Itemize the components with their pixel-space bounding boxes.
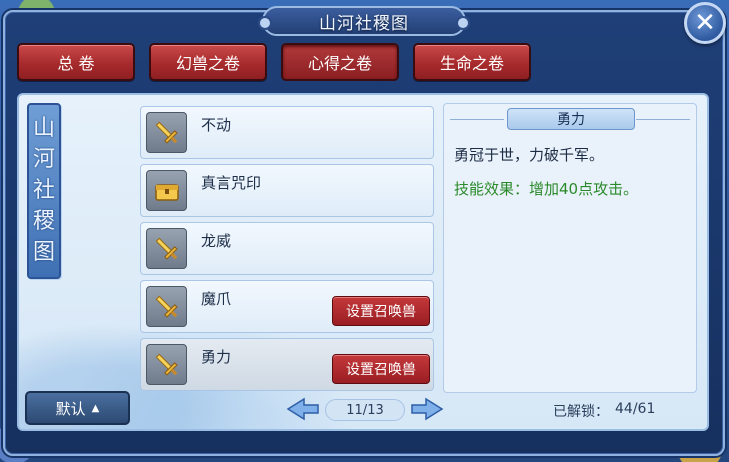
tab-life[interactable]: 生命之卷 bbox=[413, 43, 531, 81]
window-title: 山河社稷图 bbox=[258, 6, 470, 36]
skill-row-mozhao[interactable]: 魔爪 设置召唤兽 bbox=[140, 280, 434, 333]
skill-name: 真言咒印 bbox=[201, 174, 262, 192]
sword-icon bbox=[146, 228, 187, 269]
sword-icon bbox=[146, 344, 187, 385]
skill-row-zhenyanzhouyin[interactable]: 真言咒印 bbox=[140, 164, 434, 217]
sword-icon bbox=[146, 112, 187, 153]
tab-beast[interactable]: 幻兽之卷 bbox=[149, 43, 267, 81]
page-indicator: 11/13 bbox=[325, 399, 405, 421]
unlock-label: 已解锁： bbox=[553, 404, 609, 420]
chest-icon bbox=[146, 170, 187, 211]
set-summon-button[interactable]: 设置召唤兽 bbox=[332, 354, 430, 384]
skill-row-yongli[interactable]: 勇力 设置召唤兽 bbox=[140, 338, 434, 391]
sword-icon bbox=[146, 286, 187, 327]
banner-char: 山 bbox=[32, 115, 55, 141]
next-page-button[interactable] bbox=[409, 396, 445, 422]
tab-general[interactable]: 总 卷 bbox=[17, 43, 135, 81]
tab-label: 心得之卷 bbox=[307, 54, 372, 73]
skill-name: 魔爪 bbox=[201, 290, 232, 308]
unlock-count: 44/61 bbox=[615, 401, 656, 417]
sort-dropdown[interactable]: 默认 ▲ bbox=[25, 391, 130, 425]
banner-char: 社 bbox=[32, 177, 55, 203]
tab-insight[interactable]: 心得之卷 bbox=[281, 43, 399, 81]
close-button[interactable]: ✕ bbox=[684, 2, 726, 44]
banner-char: 河 bbox=[32, 146, 55, 172]
window-title-text: 山河社稷图 bbox=[319, 13, 409, 34]
skill-detail-panel: 勇力 勇冠于世，力破千军。 技能效果：增加40点攻击。 bbox=[443, 103, 697, 393]
banner-char: 图 bbox=[32, 240, 55, 266]
skill-name: 勇力 bbox=[201, 348, 232, 366]
tab-label: 幻兽之卷 bbox=[175, 54, 240, 73]
unlock-status: 已解锁： 44/61 bbox=[553, 401, 655, 421]
content-area: 山 河 社 稷 图 不动 真言咒印 龙威 魔爪 设置召唤兽 勇力 设置召唤兽 勇… bbox=[17, 93, 709, 431]
skill-name: 龙威 bbox=[201, 232, 232, 250]
tab-label: 生命之卷 bbox=[439, 54, 504, 73]
close-icon: ✕ bbox=[694, 8, 716, 38]
detail-title: 勇力 bbox=[507, 108, 635, 130]
sort-label: 默认 bbox=[55, 399, 86, 418]
tab-label: 总 卷 bbox=[57, 54, 95, 73]
divider bbox=[450, 119, 504, 120]
prev-page-button[interactable] bbox=[285, 396, 321, 422]
arrow-left-icon bbox=[286, 397, 319, 421]
skill-description: 勇冠于世，力破千军。 bbox=[454, 146, 605, 164]
vertical-title-banner: 山 河 社 稷 图 bbox=[27, 103, 61, 279]
skill-row-budong[interactable]: 不动 bbox=[140, 106, 434, 159]
banner-char: 稷 bbox=[32, 209, 55, 235]
skill-effect: 技能效果：增加40点攻击。 bbox=[454, 180, 639, 198]
arrow-right-icon bbox=[411, 397, 444, 421]
divider bbox=[636, 119, 690, 120]
skill-row-longwei[interactable]: 龙威 bbox=[140, 222, 434, 275]
set-summon-button[interactable]: 设置召唤兽 bbox=[332, 296, 430, 326]
skill-name: 不动 bbox=[201, 116, 232, 134]
caret-up-icon: ▲ bbox=[91, 402, 100, 414]
